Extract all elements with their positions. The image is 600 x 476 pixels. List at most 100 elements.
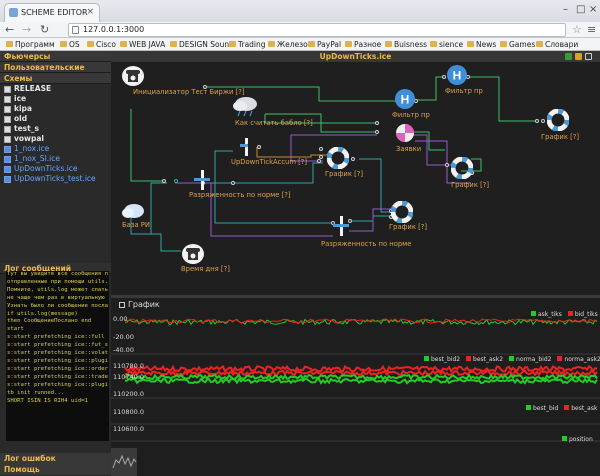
address-bar[interactable]: 127.0.0.1:3000 <box>68 23 566 37</box>
bookmark-folder[interactable]: sience <box>430 39 463 50</box>
back-icon[interactable]: ← <box>5 22 14 37</box>
bookmark-folder[interactable]: Trading <box>229 39 266 50</box>
node-label-time[interactable]: Время дня [?] <box>181 265 230 273</box>
filter-h-icon[interactable]: H <box>446 64 468 86</box>
lifebuoy-icon[interactable] <box>547 109 569 131</box>
minimize-icon[interactable]: – <box>563 4 568 15</box>
input-port[interactable] <box>162 179 166 183</box>
log-line: start <box>7 326 24 333</box>
rain-cloud-icon[interactable] <box>231 95 261 117</box>
menu-icon[interactable]: ≡ <box>587 22 596 37</box>
star-icon[interactable]: ☆ <box>572 22 582 37</box>
folder-icon <box>229 41 236 47</box>
input-port[interactable] <box>535 119 539 123</box>
y-tick-label: 110600.0 <box>113 425 145 433</box>
tree-item[interactable]: UpDownTicks_test.ice <box>4 174 96 184</box>
link <box>205 162 323 184</box>
input-port[interactable] <box>375 121 379 125</box>
bookmark-folder[interactable]: Games <box>500 39 535 50</box>
bookmark-label: sience <box>439 40 464 49</box>
node-label-chart-4[interactable]: График [?] <box>541 133 579 141</box>
close-tab-icon[interactable]: × <box>86 4 94 21</box>
legend[interactable]: ask_tiks bid_tiks <box>531 311 598 318</box>
log-line: s:start prefetching ice::plugi <box>7 357 109 364</box>
node-label-chart-3[interactable]: График [?] <box>451 181 489 189</box>
tree-item-label: vowpal <box>14 134 44 143</box>
tree-item[interactable]: UpDownTicks.ice <box>4 164 78 174</box>
bookmark-folder[interactable]: PayPal <box>308 39 341 50</box>
bookmark-label: Cisco <box>96 40 116 49</box>
filter-h-icon[interactable]: H <box>394 88 416 110</box>
lifebuoy-icon[interactable] <box>451 157 473 179</box>
tree-item[interactable]: vowpal <box>4 134 44 144</box>
balance-icon[interactable] <box>192 169 212 191</box>
bookmark-folder[interactable]: WEB JAVA <box>120 39 165 50</box>
forward-icon[interactable]: → <box>22 22 31 37</box>
node-label-discharge-2[interactable]: Разряженность по норме <box>321 240 411 248</box>
bookmarks-bar: Программ OS Cisco WEB JAVA DESIGN Sound … <box>0 38 600 51</box>
tree-item[interactable]: ice <box>4 94 26 104</box>
close-window-icon[interactable]: × <box>589 4 597 15</box>
tree-item[interactable]: 1_nox_SI.ice <box>4 154 60 164</box>
legend[interactable]: best_bid best_ask <box>526 405 597 412</box>
bookmark-folder[interactable]: Программ <box>6 39 55 50</box>
tree-item[interactable]: test_s <box>4 124 39 134</box>
errors-header[interactable]: Лог ошибок <box>0 453 111 464</box>
node-label-chart-2[interactable]: График [?] <box>389 223 427 231</box>
tree-item[interactable]: old <box>4 114 27 124</box>
futures-header[interactable]: Фьючерсы <box>0 51 111 62</box>
node-label-chart-1[interactable]: График [?] <box>325 170 363 178</box>
ball-icon[interactable] <box>395 123 415 143</box>
scheme-editor[interactable]: UpDownTicks.ice Инициализатор Тест Биржи… <box>111 51 600 295</box>
bookmark-folder[interactable]: DESIGN Sound <box>170 39 234 50</box>
output-port[interactable] <box>257 145 261 149</box>
tree-item[interactable]: 1_nox.ice <box>4 144 49 154</box>
node-label-filter-2[interactable]: Фильтр пр <box>392 111 430 119</box>
lifebuoy-icon[interactable] <box>327 147 349 169</box>
input-port[interactable] <box>445 163 449 167</box>
node-label-base[interactable]: База РИ <box>122 221 150 229</box>
input-port[interactable] <box>375 130 379 134</box>
input-port[interactable] <box>319 147 323 151</box>
lifebuoy-icon[interactable] <box>391 201 413 223</box>
balance-icon[interactable] <box>331 215 351 237</box>
maximize-icon[interactable]: □ <box>576 4 585 15</box>
user-header[interactable]: Пользовательские <box>0 62 111 73</box>
bookmark-folder[interactable]: OS <box>60 39 80 50</box>
node-label-discharge-1[interactable]: Разряженность по норме [?] <box>189 191 291 199</box>
output-port[interactable] <box>174 179 178 183</box>
node-label-filter-1[interactable]: Фильтр пр <box>445 87 483 95</box>
message-log[interactable]: Тут вы увидите все сообщения п отправленн… <box>6 271 109 441</box>
page-icon <box>72 26 79 34</box>
cloud-icon[interactable] <box>121 201 145 219</box>
bookmark-folder[interactable]: News <box>467 39 496 50</box>
legend-label: best_ask2 <box>473 356 504 363</box>
reload-icon[interactable]: ↻ <box>40 22 49 37</box>
input-port[interactable] <box>541 119 545 123</box>
bookmark-folder[interactable]: Словари <box>536 39 578 50</box>
telephone-icon[interactable] <box>181 243 205 265</box>
schemes-header[interactable]: Схемы <box>0 73 111 84</box>
legend[interactable]: position <box>562 436 593 443</box>
bookmark-folder[interactable]: Cisco <box>87 39 116 50</box>
browser-tab[interactable]: SCHEME EDITOR × <box>4 3 100 22</box>
legend[interactable]: best_bid2 best_ask2 norma_bid2 norma_ask… <box>424 356 600 363</box>
input-port[interactable] <box>317 159 321 163</box>
bookmark-label: Buisness <box>394 40 428 49</box>
node-label-init[interactable]: Инициализатор Тест Биржи [?] <box>133 88 245 96</box>
tree-item[interactable]: RELEASE <box>4 84 51 94</box>
node-label-accum[interactable]: UpDownTickAccum [?] <box>231 158 307 166</box>
input-port[interactable] <box>231 181 235 185</box>
telephone-icon[interactable] <box>121 65 145 87</box>
bookmark-folder[interactable]: Buisness <box>385 39 427 50</box>
bookmark-label: WEB JAVA <box>129 40 166 49</box>
node-label-calc[interactable]: Как считать бабло [?] <box>235 119 313 127</box>
tree-item[interactable]: kipa <box>4 104 32 114</box>
bookmark-folder[interactable]: Разное <box>345 39 381 50</box>
help-header[interactable]: Помощь <box>0 464 111 475</box>
accumulator-icon[interactable] <box>237 137 257 157</box>
output-port[interactable] <box>351 157 355 161</box>
legend-swatch <box>567 311 573 316</box>
node-label-orders[interactable]: Заявки <box>396 145 421 153</box>
bookmark-folder[interactable]: Железо <box>268 39 308 50</box>
